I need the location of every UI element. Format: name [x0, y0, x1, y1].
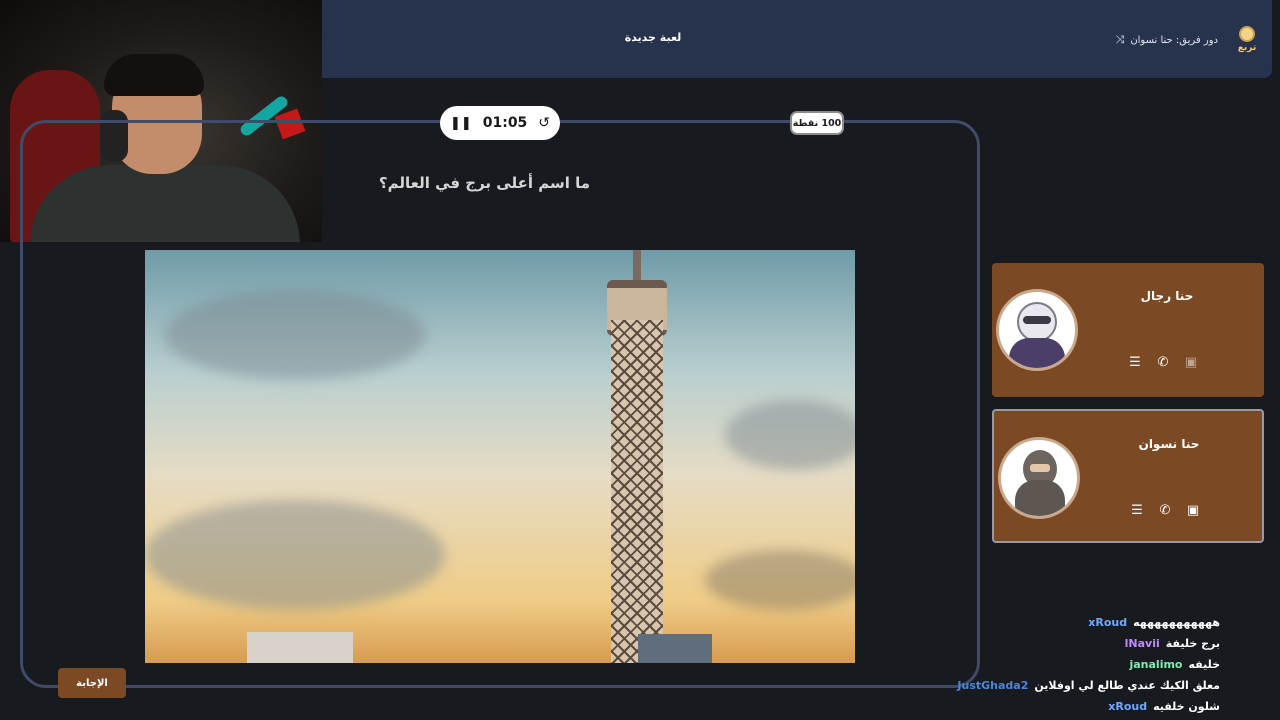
chat-message: هههههههههههه xRoud [900, 612, 1220, 633]
chat-username[interactable]: xRoud [1088, 612, 1127, 633]
stream-chat: هههههههههههه xRoud برج خليفة lNavii خليفه jan… [900, 612, 1220, 717]
team-name: حنا نسوان [1138, 437, 1200, 451]
cloud [705, 550, 855, 610]
phone-icon[interactable]: ✆ [1158, 503, 1172, 518]
chat-message-text: خليفه [1188, 658, 1221, 671]
team-actions: ☰ ✆ ▣ [1128, 355, 1198, 370]
timer-pill: ❚❚ 01:05 ↺ [440, 106, 560, 140]
chat-message: خليفه janalimo [900, 654, 1220, 675]
team-card-men: حنا رجال ☰ ✆ ▣ [992, 263, 1264, 397]
app-logo[interactable]: تربع [1236, 26, 1258, 54]
camera-icon[interactable]: ▣ [1186, 503, 1200, 518]
team-avatar [998, 437, 1080, 519]
building [638, 634, 712, 663]
shuffle-icon[interactable]: ⤨ [1116, 33, 1125, 47]
timer-value: 01:05 [482, 115, 528, 131]
building [247, 632, 353, 663]
team-name: حنا رجال [1140, 289, 1194, 303]
chat-message-text: شلون خلفيه [1153, 700, 1220, 713]
avatar-eyes [1030, 464, 1050, 472]
question-text: ما اسم أعلى برج في العالم؟ [378, 174, 590, 192]
chat-message-text: هههههههههههه [1133, 616, 1220, 629]
chat-username[interactable]: xRoud [1108, 696, 1147, 717]
logo-text: تربع [1237, 43, 1257, 53]
turn-indicator: دور فريق: حنا نسوان ⤨ [1116, 33, 1219, 47]
streamer-hair [104, 54, 204, 96]
points-badge: 100 نقطة [790, 111, 844, 135]
avatar-body [1015, 480, 1065, 516]
chat-username[interactable]: JustGhada2 [957, 675, 1028, 696]
chat-message: شلون خلفيه xRoud [900, 696, 1220, 717]
avatar-glasses [1023, 316, 1051, 324]
logo-icon [1239, 26, 1255, 42]
tower-body [611, 320, 663, 663]
answer-button[interactable]: الإجابة [58, 668, 126, 698]
chat-username[interactable]: janalimo [1129, 654, 1182, 675]
chat-username[interactable]: lNavii [1125, 633, 1160, 654]
chat-message: معلق الكيك عندي طالع لي اوفلاين JustGhada… [900, 675, 1220, 696]
reset-timer-icon[interactable]: ↺ [538, 115, 550, 131]
chat-message-text: برج خليفة [1165, 637, 1220, 650]
menu-icon[interactable]: ☰ [1128, 355, 1142, 370]
chat-message: برج خليفة lNavii [900, 633, 1220, 654]
menu-icon[interactable]: ☰ [1130, 503, 1144, 518]
question-image [145, 250, 855, 663]
cloud [145, 500, 445, 610]
pause-icon[interactable]: ❚❚ [450, 116, 472, 131]
cloud [725, 400, 855, 470]
cloud [165, 290, 425, 380]
avatar-body [1009, 338, 1065, 368]
phone-icon[interactable]: ✆ [1156, 355, 1170, 370]
tower-antenna [633, 250, 641, 282]
turn-text: دور فريق: حنا نسوان [1130, 34, 1218, 46]
new-game-button[interactable]: لعبة جديدة [600, 31, 706, 44]
camera-icon[interactable]: ▣ [1184, 355, 1198, 370]
chat-message-text: معلق الكيك عندي طالع لي اوفلاين [1034, 679, 1220, 692]
team-avatar [996, 289, 1078, 371]
team-card-women: حنا نسوان ☰ ✆ ▣ [992, 409, 1264, 543]
team-actions: ☰ ✆ ▣ [1130, 503, 1200, 518]
